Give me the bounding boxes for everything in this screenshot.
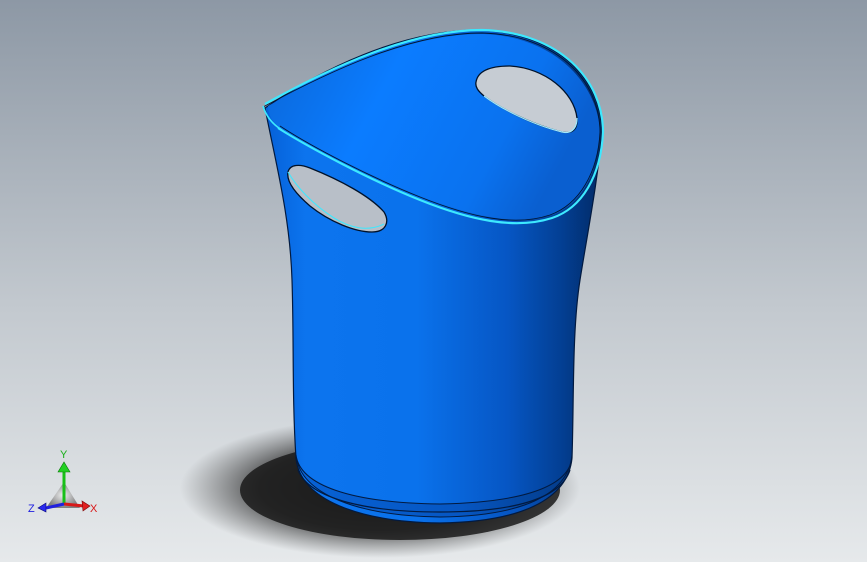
- triad-z-label: Z: [28, 503, 35, 515]
- graphics-viewport[interactable]: Y X Z: [0, 0, 867, 562]
- orientation-triad[interactable]: Y X Z: [26, 446, 106, 522]
- triad-y-arrow-icon: [57, 461, 71, 473]
- bucket-model[interactable]: [262, 28, 605, 524]
- triad-x-arrow-icon: [81, 500, 91, 512]
- model-scene[interactable]: [0, 0, 867, 562]
- triad-x-axis: [63, 502, 85, 508]
- triad-y-label: Y: [60, 449, 68, 461]
- triad-z-arrow-icon: [37, 502, 47, 513]
- triad-x-label: X: [90, 503, 98, 515]
